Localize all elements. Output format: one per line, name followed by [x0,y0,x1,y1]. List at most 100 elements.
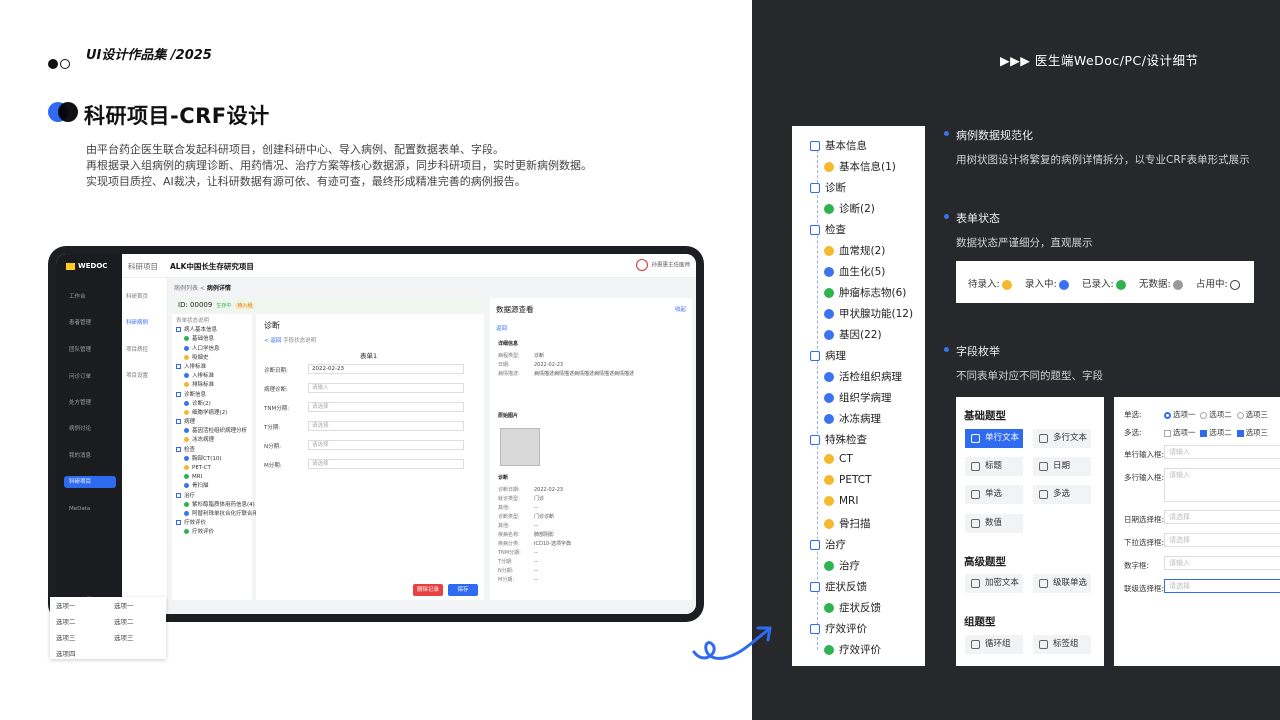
tree-item[interactable]: 吸烟史 [176,354,248,363]
crf-form-item[interactable]: 血常规(2) [824,243,885,258]
crf-form-item[interactable]: 基因(22) [824,327,882,342]
tree-item[interactable]: 人口学信息 [176,345,248,354]
user-menu[interactable]: 孙惠惠主任医师 [636,259,690,271]
tree-category[interactable]: 病理 [176,418,248,427]
date-picker[interactable]: 请选择 [1164,510,1280,524]
tree-item[interactable]: 紫杉醇脂质体用药信息(4) [176,501,255,510]
tree-item[interactable]: 阿替利珠单抗合化疗联合用药(2) [176,510,271,519]
subnav-settings[interactable]: 项目设置 [126,371,148,379]
crf-form-item[interactable]: 症状反馈 [824,600,881,615]
subnav-qc[interactable]: 项目质控 [126,345,148,353]
tree-item[interactable]: 疗效评价 [176,528,248,537]
tree-category[interactable]: 治疗 [176,492,248,501]
crf-category[interactable]: 特殊检查 [810,432,867,447]
text-field[interactable]: 请输入 [308,383,464,393]
type-checkbox[interactable]: 多选 [1033,485,1091,504]
number-input[interactable]: 请输入 [1164,556,1280,570]
crf-form-item[interactable]: 冰冻病理 [824,411,881,426]
tree-item[interactable]: 骨扫描 [176,482,248,491]
crf-form-item[interactable]: 活检组织病理 [824,369,902,384]
tree-item[interactable]: 基础信息 [176,335,248,344]
crf-category[interactable]: 症状反馈 [810,579,867,594]
cascade-option[interactable]: 选项四 [56,648,76,658]
type-encrypted[interactable]: 加密文本 [965,574,1023,593]
sidebar-item-workbench[interactable]: 工作台 [64,291,116,303]
tree-item[interactable]: 胸部CT(10) [176,455,248,464]
crf-form-item[interactable]: CT [824,453,853,465]
select-field[interactable]: 请选择 [308,421,464,431]
crf-form-item[interactable]: 组织学病理 [824,390,892,405]
tree-category[interactable]: 诊断信息 [176,391,248,400]
select-field[interactable]: 请选择 [308,440,464,450]
select-field[interactable]: 请选择 [308,459,464,469]
sidebar-item-patients[interactable]: 患者管理 [64,317,116,329]
cascade-option[interactable]: 选项一 [56,600,76,610]
crf-category[interactable]: 诊断 [810,180,846,195]
sidebar-item-medata[interactable]: MeData [64,503,116,515]
single-line-input[interactable]: 请输入 [1164,445,1280,459]
tree-category[interactable]: 入排标准 [176,363,248,372]
crf-form-item[interactable]: 甲状腺功能(12) [824,306,913,321]
select-field[interactable]: 请选择 [308,402,464,412]
cascade-option[interactable]: 选项二 [56,616,76,626]
tree-item[interactable]: MRI [176,473,248,482]
multi-line-input[interactable]: 请输入 [1164,468,1280,502]
cascade-option[interactable]: 选项三 [56,632,76,642]
type-title[interactable]: 标题 [965,457,1023,476]
tree-item[interactable]: 基因活检组织病理分析 [176,427,248,436]
source-back-link[interactable]: 返回 [496,324,507,332]
tree-item[interactable]: 细胞学病理(2) [176,409,248,418]
type-multi-line[interactable]: 多行文本 [1033,429,1091,448]
cascade-select[interactable]: 请选择 [1164,579,1280,593]
crf-form-item[interactable]: 诊断(2) [824,201,875,216]
sidebar-item-team[interactable]: 团队管理 [64,344,116,356]
tree-item[interactable]: 冰冻病理 [176,436,248,445]
delete-button[interactable]: 删除记录 [413,584,443,596]
tree-category[interactable]: 疗效评价 [176,519,248,528]
dropdown-select[interactable]: 请选择 [1164,533,1280,547]
sidebar-item-discussion[interactable]: 病例讨论 [64,423,116,435]
crf-form-item[interactable]: 肿瘤标志物(6) [824,285,906,300]
original-image-thumbnail[interactable] [500,428,540,466]
sidebar-item-orders[interactable]: 问诊订单 [64,371,116,383]
radio-group[interactable]: 选项一 选项二 选项三 [1164,409,1268,420]
tree-item[interactable]: PET-CT [176,464,248,473]
crf-form-item[interactable]: MRI [824,495,858,507]
date-field[interactable]: 2022-02-23 [308,364,464,374]
crf-category[interactable]: 病理 [810,348,846,363]
crf-category[interactable]: 基本信息 [810,138,867,153]
type-radio[interactable]: 单选 [965,485,1023,504]
sidebar-item-prescriptions[interactable]: 处方管理 [64,397,116,409]
tree-category[interactable]: 检查 [176,446,248,455]
crf-form-item[interactable]: 基本信息(1) [824,159,896,174]
breadcrumb-parent[interactable]: 科研项目 [128,261,158,272]
type-cascade[interactable]: 级联单选 [1033,574,1091,593]
crf-form-item[interactable]: PETCT [824,474,872,486]
subnav-home[interactable]: 科研首页 [126,292,148,300]
cascade-option[interactable]: 选项一 [114,600,134,610]
sidebar-item-messages[interactable]: 我的消息 [64,450,116,462]
type-date[interactable]: 日期 [1033,457,1091,476]
save-button[interactable]: 保存 [448,584,478,596]
type-loop-group[interactable]: 循环组 [965,635,1023,654]
tree-category[interactable]: 病人基本信息 [176,326,248,335]
collapse-button[interactable]: 收起 [675,305,686,313]
tree-item[interactable]: 排除标准 [176,381,248,390]
tree-item[interactable]: 入排标准 [176,372,248,381]
subnav-cases[interactable]: 科研病例 [126,318,148,326]
tree-item[interactable]: 诊断(2) [176,400,248,409]
checkbox-group[interactable]: 选项一 选项二 选项三 [1164,427,1268,438]
type-tag-group[interactable]: 标签组 [1033,635,1091,654]
type-number[interactable]: 数值 [965,514,1023,533]
crf-category[interactable]: 检查 [810,222,846,237]
crf-form-item[interactable]: 骨扫描 [824,516,871,531]
cascade-option[interactable]: 选项二 [114,616,134,626]
crf-form-item[interactable]: 治疗 [824,558,860,573]
cascade-option[interactable]: 选项三 [114,632,134,642]
sidebar-item-research[interactable]: 科研项目 [64,476,116,488]
crf-form-item[interactable]: 疗效评价 [824,642,881,657]
crf-form-item[interactable]: 血生化(5) [824,264,885,279]
crf-category[interactable]: 治疗 [810,537,846,552]
type-single-line[interactable]: 单行文本 [965,429,1023,448]
back-link[interactable]: < 返回 字段状态说明 [264,336,316,344]
